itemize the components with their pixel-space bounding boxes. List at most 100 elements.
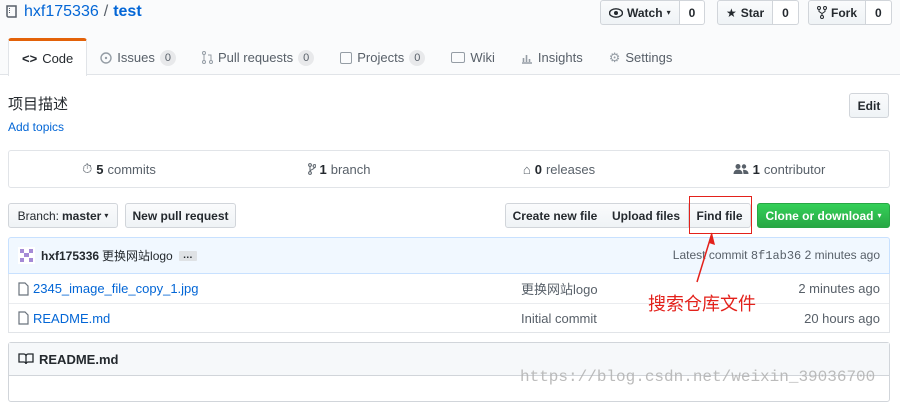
commit-message-link[interactable]: 更换网站logo xyxy=(102,247,173,264)
book-icon xyxy=(451,52,466,63)
contributors-link[interactable]: 1 contributor xyxy=(669,151,889,187)
watch-count[interactable]: 0 xyxy=(679,0,706,25)
edit-button[interactable]: Edit xyxy=(849,93,889,118)
upload-files-button[interactable]: Upload files xyxy=(604,203,689,228)
gear-icon: ⚙ xyxy=(608,49,621,65)
caret-down-icon: ▾ xyxy=(877,211,882,220)
people-icon xyxy=(733,164,749,174)
clone-label: Clone or download xyxy=(765,208,874,223)
file-name-link[interactable]: README.md xyxy=(33,311,110,326)
branch-icon xyxy=(307,163,316,175)
tag-icon: ⌂ xyxy=(522,161,531,177)
tab-pull-requests-label: Pull requests xyxy=(217,50,294,65)
star-group: ★ Star 0 xyxy=(717,0,799,25)
tab-issues-label: Issues xyxy=(117,50,155,65)
pull-requests-counter: 0 xyxy=(298,49,315,66)
tab-insights-label: Insights xyxy=(537,50,583,65)
numbers-summary: ⏱ 5 commits 1 branch ⌂ 0 releases 1 cont… xyxy=(8,150,890,188)
project-icon xyxy=(340,51,353,64)
fork-count[interactable]: 0 xyxy=(866,0,892,25)
tab-code-label: Code xyxy=(42,51,74,66)
releases-label: releases xyxy=(545,161,596,177)
repo-separator: / xyxy=(103,3,109,20)
file-list: 2345_image_file_copy_1.jpg 更换网站logo 2 mi… xyxy=(8,274,890,333)
tab-code[interactable]: <> Code xyxy=(8,38,88,76)
fork-group: Fork 0 xyxy=(808,0,892,25)
graph-icon xyxy=(521,54,532,64)
branch-link[interactable]: 1 branch xyxy=(229,151,449,187)
tab-pull-requests[interactable]: Pull requests 0 xyxy=(189,39,327,76)
commits-count: 5 xyxy=(96,161,104,177)
releases-count: 0 xyxy=(534,161,542,177)
branch-select-value: master xyxy=(61,208,102,223)
tab-settings-label: Settings xyxy=(625,50,673,65)
file-icon xyxy=(18,311,29,325)
tab-settings[interactable]: ⚙ Settings xyxy=(596,39,686,76)
branch-select-label: Branch: xyxy=(17,208,59,223)
fork-button[interactable]: Fork xyxy=(808,0,867,25)
watch-button[interactable]: Watch ▾ xyxy=(600,0,680,25)
commits-label: commits xyxy=(107,161,156,177)
star-label: Star xyxy=(740,5,765,20)
repo-title: hxf175336 / test xyxy=(6,2,142,22)
book-icon xyxy=(18,353,34,365)
commit-tease: hxf175336 更换网站logo … Latest commit 8f1ab… xyxy=(8,237,890,274)
tab-wiki-label: Wiki xyxy=(470,50,495,65)
projects-counter: 0 xyxy=(409,49,426,66)
file-age: 20 hours ago xyxy=(804,310,880,326)
code-icon: <> xyxy=(22,51,38,66)
table-row: 2345_image_file_copy_1.jpg 更换网站logo 2 mi… xyxy=(9,274,889,303)
releases-link[interactable]: ⌂ 0 releases xyxy=(449,151,669,187)
find-file-highlight xyxy=(689,196,752,234)
star-button[interactable]: ★ Star xyxy=(717,0,774,25)
issue-icon xyxy=(100,51,112,64)
latest-commit-info: Latest commit 8f1ab36 2 minutes ago xyxy=(673,248,880,263)
avatar[interactable] xyxy=(18,247,35,264)
latest-commit-label: Latest commit xyxy=(672,248,748,262)
caret-down-icon: ▾ xyxy=(104,211,109,220)
fork-label: Fork xyxy=(831,5,858,20)
add-topics-link[interactable]: Add topics xyxy=(8,120,64,134)
expand-commit-button[interactable]: … xyxy=(178,250,197,261)
contributors-count: 1 xyxy=(752,161,760,177)
commit-author-link[interactable]: hxf175336 xyxy=(41,249,99,263)
fork-icon xyxy=(817,6,827,19)
watermark: https://blog.csdn.net/weixin_39036700 xyxy=(520,368,876,386)
file-age: 2 minutes ago xyxy=(798,281,880,296)
pull-request-icon xyxy=(201,51,213,64)
repo-owner-link[interactable]: hxf175336 xyxy=(24,2,99,22)
new-pull-request-button[interactable]: New pull request xyxy=(125,203,236,228)
star-count[interactable]: 0 xyxy=(773,0,799,25)
repo-nav: <> Code Issues 0 Pull requests 0 Project… xyxy=(8,38,685,76)
branch-count: 1 xyxy=(319,161,327,177)
tab-wiki[interactable]: Wiki xyxy=(438,39,508,76)
repo-description: 项目描述 xyxy=(8,96,69,113)
commits-link[interactable]: ⏱ 5 commits xyxy=(9,151,229,187)
branch-select-button[interactable]: Branch: master ▾ xyxy=(8,203,118,228)
file-icon xyxy=(18,281,29,296)
clone-or-download-button[interactable]: Clone or download ▾ xyxy=(757,203,890,228)
history-icon: ⏱ xyxy=(82,161,93,176)
star-icon: ★ xyxy=(726,5,737,20)
table-row: README.md Initial commit 20 hours ago xyxy=(9,303,889,332)
annotation-text: 搜索仓库文件 xyxy=(648,294,756,314)
create-new-file-button[interactable]: Create new file xyxy=(505,203,605,228)
readme-title: README.md xyxy=(39,351,119,367)
tab-issues[interactable]: Issues 0 xyxy=(87,39,189,76)
repo-icon xyxy=(6,5,17,18)
tab-projects[interactable]: Projects 0 xyxy=(327,39,438,76)
issues-counter: 0 xyxy=(159,49,176,66)
caret-down-icon: ▾ xyxy=(666,8,671,17)
tab-insights[interactable]: Insights xyxy=(508,39,596,76)
repo-header: hxf175336 / test Watch ▾ 0 ★ Star 0 Fork… xyxy=(0,0,900,76)
watch-group: Watch ▾ 0 xyxy=(600,0,706,25)
commit-age: 2 minutes ago xyxy=(804,248,880,262)
file-name-link[interactable]: 2345_image_file_copy_1.jpg xyxy=(33,281,199,296)
tab-projects-label: Projects xyxy=(357,50,405,65)
repo-name-link[interactable]: test xyxy=(113,2,141,22)
commit-sha-link[interactable]: 8f1ab36 xyxy=(751,249,801,263)
branch-label: branch xyxy=(330,161,371,177)
contributors-label: contributor xyxy=(763,161,826,177)
watch-label: Watch xyxy=(627,5,663,20)
eye-icon xyxy=(609,7,623,18)
